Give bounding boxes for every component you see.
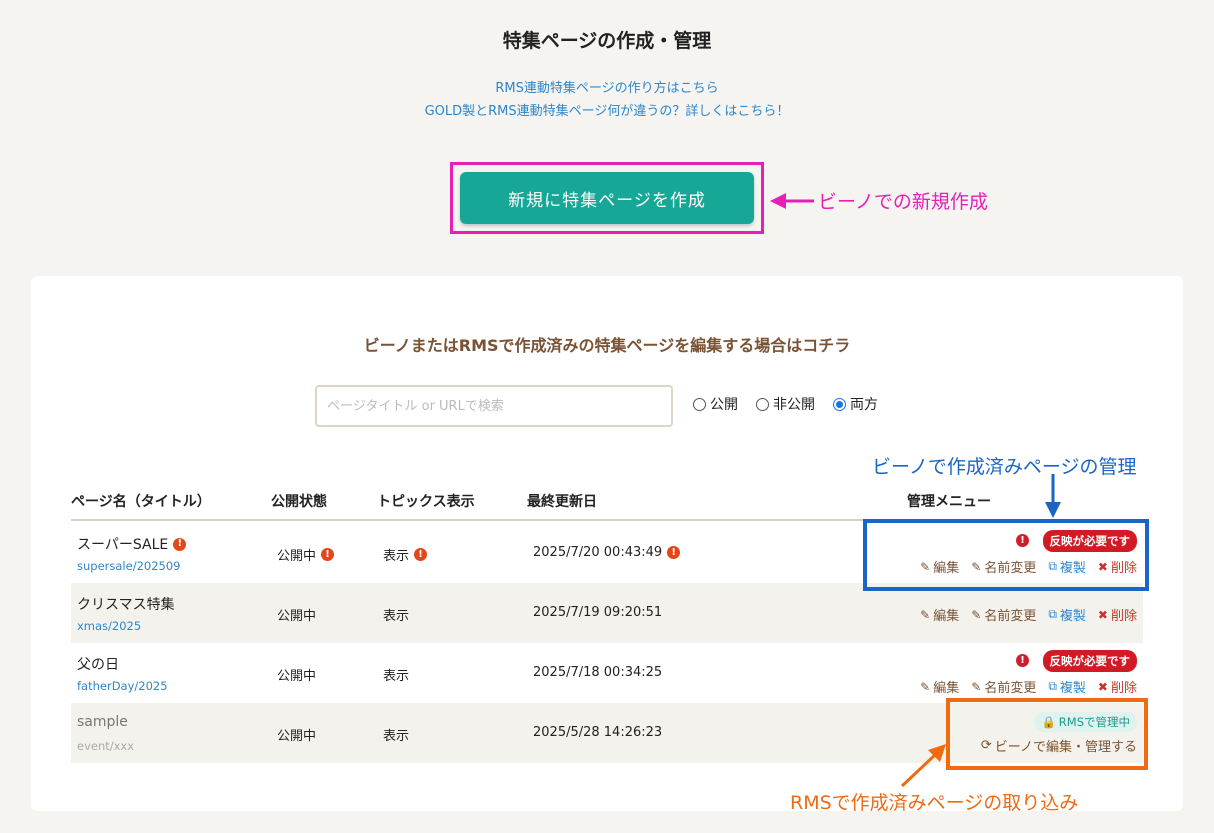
filter-label: 両方 (850, 397, 878, 413)
pencil-icon: ✎ (920, 679, 931, 694)
pencil-icon: ✎ (971, 607, 982, 622)
pencil-icon: ✎ (971, 679, 982, 694)
updated-cell: 2025/5/28 14:26:23 (533, 725, 663, 740)
col-header-name: ページ名（タイトル） (71, 494, 211, 510)
warning-icon: ! (414, 548, 428, 561)
help-link-rms-howto[interactable]: RMS連動特集ページの作り方はこちら (0, 77, 1214, 96)
rename-button[interactable]: ✎ 名前変更 (971, 677, 1036, 697)
row-actions: ✎ 編集 ✎ 名前変更 ⧉ 複製 ✖ 削除 (920, 605, 1137, 624)
help-link-gold-vs-rms[interactable]: GOLD製とRMS連動特集ページ何が違うの？詳しくはこちら！ (0, 100, 1214, 119)
warning-icon: ! (667, 546, 681, 559)
table-row: クリスマス特集 xmas/2025 公開中 表示 2025/7/19 09:20… (71, 583, 1143, 643)
annotation-create: ビーノでの新規作成 (818, 191, 988, 213)
needs-reflect-badge: 反映が必要です (1042, 650, 1137, 672)
create-highlight-box: 新規に特集ページを作成 (450, 162, 764, 234)
radio-checked-icon (833, 397, 846, 411)
close-icon: ✖ (1097, 679, 1108, 694)
col-header-menu: 管理メニュー (907, 494, 991, 510)
filter-label: 公開 (710, 397, 738, 413)
page-slug-link[interactable]: event/xxx (77, 739, 134, 753)
arrow-up-right-icon (900, 744, 946, 788)
table-header: ページ名（タイトル） 公開状態 トピックス表示 最終更新日 管理メニュー (71, 481, 1143, 521)
close-icon: ✖ (1097, 607, 1108, 622)
edit-button[interactable]: ✎ 編集 (920, 605, 959, 625)
updated-cell: 2025/7/20 00:43:49! (533, 545, 681, 560)
col-header-topic: トピックス表示 (377, 494, 475, 510)
page-name: sample (77, 714, 128, 730)
copy-button[interactable]: ⧉ 複製 (1048, 605, 1086, 624)
warning-icon: ! (173, 537, 187, 551)
page-name: スーパーSALE! (77, 534, 187, 554)
page-title: 特集ページの作成・管理 (502, 30, 712, 52)
col-header-status: 公開状態 (271, 494, 327, 510)
copy-button[interactable]: ⧉ 複製 (1048, 677, 1086, 696)
search-input[interactable] (315, 385, 673, 427)
arrow-down-icon (1045, 474, 1061, 518)
page-slug-link[interactable]: fatherDay/2025 (77, 679, 168, 693)
edit-button[interactable]: ✎ 編集 (920, 677, 959, 697)
filter-label: 非公開 (773, 397, 815, 413)
topic-cell: 表示 (383, 669, 410, 684)
section-title: ビーノまたはRMSで作成済みの特集ページを編集する場合はコチラ (363, 336, 851, 355)
col-header-updated: 最終更新日 (527, 494, 597, 510)
filter-private[interactable]: 非公開 (756, 394, 815, 414)
create-page-button[interactable]: 新規に特集ページを作成 (460, 172, 754, 224)
updated-cell: 2025/7/18 00:34:25 (533, 665, 663, 680)
radio-icon (756, 397, 769, 411)
copy-icon: ⧉ (1048, 679, 1057, 693)
annotation-import: RMSで作成済みページの取り込み (790, 792, 1079, 814)
pencil-icon: ✎ (920, 607, 931, 622)
status-cell: 公開中 (277, 669, 317, 684)
status-cell: 公開中! (277, 545, 335, 564)
topic-cell: 表示 (383, 729, 410, 744)
table-row: 父の日 fatherDay/2025 公開中 表示 2025/7/18 00:3… (71, 643, 1143, 703)
page-slug-link[interactable]: xmas/2025 (77, 619, 141, 633)
visibility-filter: 公開 非公開 両方 (693, 394, 878, 414)
delete-button[interactable]: ✖ 削除 (1097, 605, 1137, 625)
status-cell: 公開中 (277, 609, 317, 624)
annotation-manage: ビーノで作成済みページの管理 (872, 456, 1137, 478)
page-slug-link[interactable]: supersale/202509 (77, 559, 180, 573)
topic-cell: 表示 (383, 609, 410, 624)
radio-icon (693, 397, 706, 411)
filter-both[interactable]: 両方 (833, 394, 878, 414)
delete-button[interactable]: ✖ 削除 (1097, 677, 1137, 697)
warning-icon: ! (1016, 654, 1029, 667)
warning-icon: ! (321, 548, 335, 561)
copy-icon: ⧉ (1048, 607, 1057, 621)
rename-button[interactable]: ✎ 名前変更 (971, 605, 1036, 625)
manage-highlight-box (863, 519, 1149, 591)
page-name: 父の日 (77, 657, 119, 673)
import-highlight-box (946, 698, 1148, 770)
page-name: クリスマス特集 (77, 597, 175, 613)
arrow-left-icon (770, 193, 814, 209)
row-actions: ✎ 編集 ✎ 名前変更 ⧉ 複製 ✖ 削除 (920, 677, 1137, 696)
updated-cell: 2025/7/19 09:20:51 (533, 605, 663, 620)
topic-cell: 表示! (383, 545, 428, 564)
filter-public[interactable]: 公開 (693, 394, 738, 414)
status-cell: 公開中 (277, 729, 317, 744)
